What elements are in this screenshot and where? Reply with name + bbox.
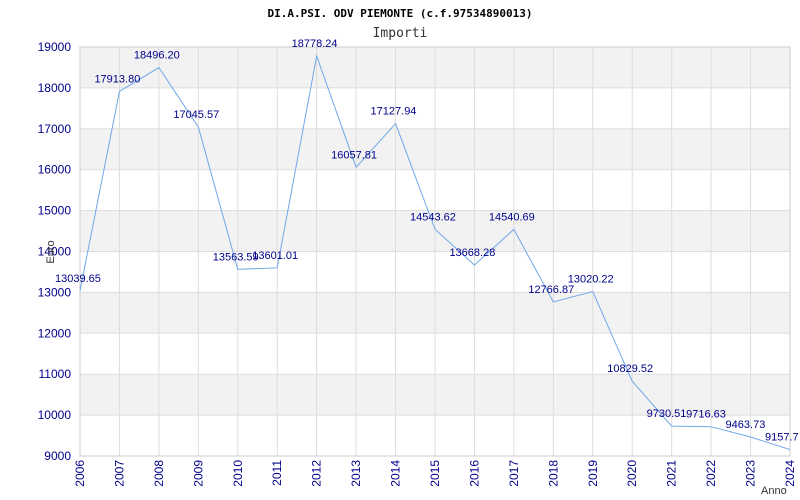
y-tick-label: 18000	[38, 81, 72, 95]
data-label: 9157.7	[765, 432, 799, 444]
data-label: 9716.63	[686, 409, 726, 421]
data-label: 13601.01	[252, 250, 298, 262]
x-axis-ticks: 2006 2007 2008 2009 2010 2011 2012 2013 2014 2015…	[73, 460, 797, 487]
x-tick-label: 2024	[783, 460, 797, 487]
x-tick-label: 2012	[310, 460, 324, 487]
y-tick-label: 13000	[38, 285, 72, 299]
chart-subtitle: Importi	[373, 26, 428, 41]
y-axis-label: Euro	[45, 240, 57, 263]
data-label: 17045.57	[173, 109, 219, 121]
data-label: 13020.22	[568, 274, 614, 286]
data-label: 13668.28	[449, 247, 495, 259]
data-label: 16057.81	[331, 149, 377, 161]
data-label: 17913.80	[94, 73, 140, 85]
x-tick-label: 2020	[625, 460, 639, 487]
x-tick-label: 2007	[112, 460, 126, 487]
y-tick-label: 19000	[38, 40, 72, 54]
x-tick-label: 2006	[73, 460, 87, 487]
x-tick-label: 2017	[507, 460, 521, 487]
x-tick-label: 2016	[467, 460, 481, 487]
data-label: 10829.52	[607, 363, 653, 375]
data-label: 9463.73	[726, 419, 766, 431]
x-tick-label: 2015	[428, 460, 442, 487]
data-label: 14540.69	[489, 211, 535, 223]
x-tick-label: 2010	[231, 460, 245, 487]
chart-title: DI.A.PSI. ODV PIEMONTE (c.f.97534890013)	[268, 7, 533, 20]
x-tick-label: 2021	[665, 460, 679, 487]
y-tick-label: 10000	[38, 408, 72, 422]
data-label: 18496.20	[134, 50, 180, 62]
y-tick-label: 16000	[38, 163, 72, 177]
x-tick-label: 2013	[349, 460, 363, 487]
y-tick-label: 15000	[38, 204, 72, 218]
data-label: 14543.62	[410, 211, 456, 223]
data-label: 13039.65	[55, 273, 101, 285]
x-tick-label: 2008	[152, 460, 166, 487]
x-tick-label: 2023	[744, 460, 758, 487]
x-tick-label: 2011	[270, 460, 284, 486]
x-tick-label: 2022	[704, 460, 718, 487]
x-tick-label: 2019	[586, 460, 600, 487]
data-label: 17127.94	[371, 106, 417, 118]
x-axis-label: Anno	[761, 485, 787, 497]
data-label: 18778.24	[292, 38, 338, 50]
data-label: 9730.51	[647, 408, 687, 420]
x-tick-label: 2018	[546, 460, 560, 487]
y-tick-label: 17000	[38, 122, 72, 136]
data-label: 12766.87	[528, 284, 574, 296]
y-tick-label: 12000	[38, 326, 72, 340]
y-tick-label: 11000	[39, 367, 72, 381]
x-tick-label: 2009	[191, 460, 205, 487]
chart: DI.A.PSI. ODV PIEMONTE (c.f.97534890013)…	[38, 7, 799, 497]
x-tick-label: 2014	[389, 460, 403, 487]
y-tick-label: 9000	[44, 449, 71, 463]
